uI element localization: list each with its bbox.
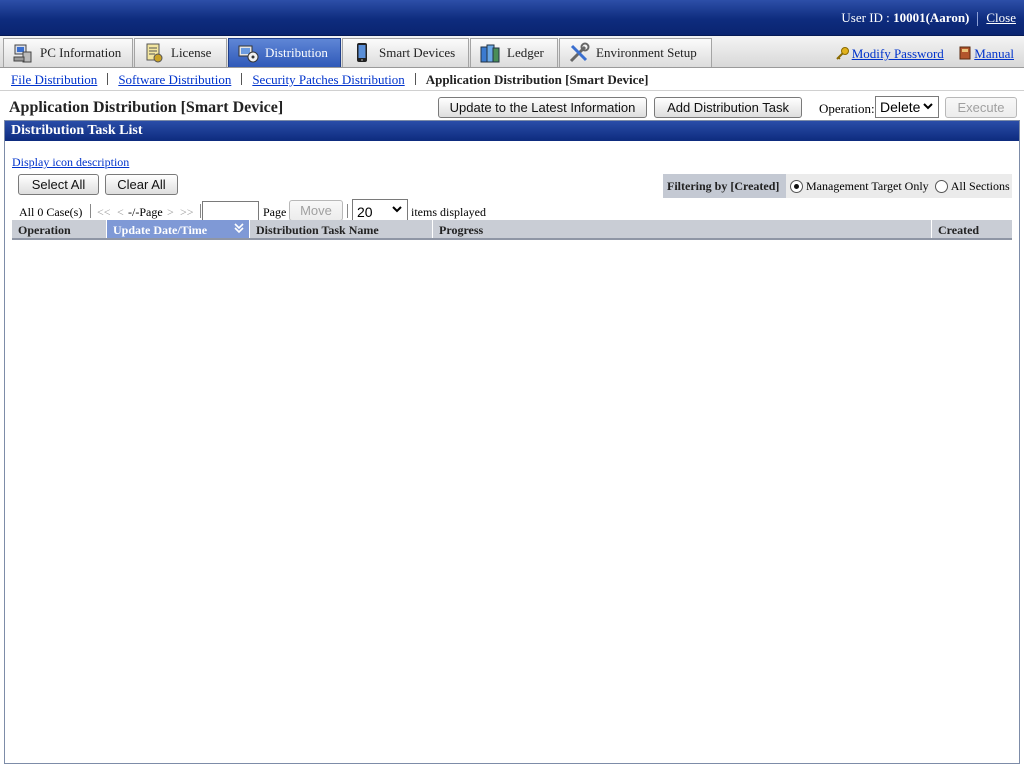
column-header-progress[interactable]: Progress <box>433 220 932 238</box>
tab-smart-devices[interactable]: Smart Devices <box>342 38 469 67</box>
tab-label: Smart Devices <box>379 45 456 60</box>
move-button[interactable]: Move <box>289 200 343 221</box>
execute-button[interactable]: Execute <box>945 97 1017 118</box>
chevron-down-icon <box>922 100 934 115</box>
tab-label: License <box>171 45 212 60</box>
subnav-file-distribution[interactable]: File Distribution <box>11 72 97 87</box>
user-id-label: User ID : <box>841 10 894 25</box>
page-indicator: -/-Page <box>128 205 163 219</box>
main-tab-bar: PC Information License Distribution Smar… <box>0 36 1024 68</box>
tab-label: Environment Setup <box>596 45 697 60</box>
header-divider <box>977 12 979 27</box>
display-icon-description-link[interactable]: Display icon description <box>12 155 129 170</box>
management-target-only-radio[interactable] <box>790 179 803 193</box>
subnav-current-page: Application Distribution [Smart Device] <box>425 72 649 87</box>
radio-label: All Sections <box>950 178 1010 193</box>
prev-page-link[interactable]: < <box>117 205 124 220</box>
page-number-input[interactable] <box>202 201 259 221</box>
page-heading-row: Application Distribution [Smart Device] … <box>0 94 1024 120</box>
operation-label: Operation: <box>819 101 875 116</box>
created-filter: Filtering by [Created] Management Target… <box>663 174 1012 198</box>
key-icon <box>835 46 850 60</box>
clear-all-button[interactable]: Clear All <box>105 174 178 195</box>
chevron-down-icon <box>391 203 403 218</box>
items-per-page-value: 20 <box>357 204 373 220</box>
tools-icon <box>568 42 590 64</box>
filter-label: Filtering by [Created] <box>663 174 786 198</box>
column-header-distribution-task-name[interactable]: Distribution Task Name <box>250 220 433 238</box>
ledger-icon <box>479 42 501 64</box>
manual-link[interactable]: Manual <box>974 46 1014 61</box>
tab-label: PC Information <box>40 45 122 60</box>
items-displayed-label: items displayed <box>411 205 486 219</box>
distribution-icon <box>237 42 259 64</box>
radio-label: Management Target Only <box>806 178 929 193</box>
column-header-operation[interactable]: Operation <box>12 220 107 238</box>
operation-select[interactable]: Delete <box>875 96 939 118</box>
modify-password-link[interactable]: Modify Password <box>852 46 944 61</box>
license-icon <box>143 42 165 64</box>
user-info: User ID : 10001(Aaron) Close <box>841 10 1016 27</box>
all-sections-radio[interactable] <box>934 179 948 193</box>
update-latest-info-button[interactable]: Update to the Latest Information <box>438 97 647 118</box>
case-count: All 0 Case(s) <box>19 205 83 219</box>
subnav-software-distribution[interactable]: Software Distribution <box>118 72 231 87</box>
add-distribution-task-button[interactable]: Add Distribution Task <box>654 97 802 118</box>
pager-divider <box>347 204 348 218</box>
manual-book-icon <box>958 46 972 60</box>
smartphone-icon <box>351 42 373 64</box>
next-page-link[interactable]: > <box>167 205 174 220</box>
task-table-header: Operation Update Date/Time Distribution … <box>12 220 1012 240</box>
top-header-bar: User ID : 10001(Aaron) Close <box>0 0 1024 36</box>
last-page-link[interactable]: >> <box>180 205 194 220</box>
operation-select-value: Delete <box>880 99 921 115</box>
page-title: Application Distribution [Smart Device] <box>9 99 284 116</box>
column-header-update-date-time[interactable]: Update Date/Time <box>107 220 250 238</box>
pc-icon <box>12 42 34 64</box>
tab-bar-links: Modify Password Manual <box>835 46 1014 62</box>
column-header-label: Update Date/Time <box>113 223 208 237</box>
items-per-page-select[interactable]: 20 <box>352 199 408 221</box>
tab-pc-information[interactable]: PC Information <box>3 38 133 67</box>
subnav-divider <box>414 73 416 85</box>
column-header-created[interactable]: Created <box>932 220 1012 238</box>
filter-options: Management Target Only All Sections <box>786 174 1012 198</box>
tab-label: Distribution <box>265 45 328 60</box>
subnav-divider <box>107 73 109 85</box>
first-page-link[interactable]: << <box>97 205 111 220</box>
tab-environment-setup[interactable]: Environment Setup <box>559 38 712 67</box>
page-label: Page <box>263 205 287 219</box>
tab-label: Ledger <box>507 45 544 60</box>
close-link[interactable]: Close <box>986 10 1016 25</box>
distribution-task-list-panel: Distribution Task List Display icon desc… <box>4 120 1020 764</box>
tab-ledger[interactable]: Ledger <box>470 38 558 67</box>
sort-descending-icon <box>234 222 244 237</box>
user-id-value: 10001(Aaron) <box>893 10 970 25</box>
pager-divider <box>200 204 201 218</box>
subnav-security-patches-distribution[interactable]: Security Patches Distribution <box>252 72 404 87</box>
tab-license[interactable]: License <box>134 38 227 67</box>
subnav-divider <box>241 73 243 85</box>
select-all-button[interactable]: Select All <box>18 174 99 195</box>
tab-distribution[interactable]: Distribution <box>228 38 341 67</box>
sub-navigation: File Distribution Software Distribution Se… <box>0 69 1024 91</box>
pager-divider <box>90 204 91 218</box>
panel-title: Distribution Task List <box>5 121 1019 141</box>
